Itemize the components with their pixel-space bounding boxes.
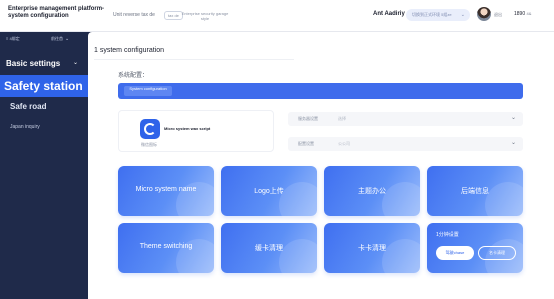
primary-action-button[interactable]: 驾驶chase [436, 246, 474, 260]
app-title: Enterprise management platform-system co… [8, 6, 105, 19]
sidebar-item-safe-road[interactable]: Safe road [10, 102, 46, 111]
config-setting-select[interactable]: 配置设置 公公司 ⌄ [288, 137, 523, 151]
header-nav-description: Enterprise security garage style [181, 11, 229, 21]
sidebar-menu-toggle[interactable]: ≡ 4绑定 [6, 36, 20, 42]
secondary-action-button[interactable]: 名卡清理 [478, 246, 516, 260]
tile-logo-upload[interactable]: Logo上传 [221, 166, 325, 228]
logo-name: Micro system wax script [164, 126, 211, 131]
page-title: 1 system configuration [94, 47, 165, 54]
tile-backend-info[interactable]: 后端信息 [427, 166, 531, 228]
avatar[interactable] [477, 7, 491, 21]
tile-label: Micro system name [135, 186, 197, 193]
sidebar-item-japan-inquiry[interactable]: Japan inquiry [10, 124, 40, 130]
sidebar-item-safety-station[interactable]: Safety station [0, 75, 88, 97]
tile-card-clean[interactable]: 卡卡清理 [324, 223, 428, 285]
phone-suffix: 4& [526, 11, 532, 16]
header-nav-link[interactable]: Unit reverse tax de [113, 12, 155, 18]
tile-label: Logo上传 [254, 188, 284, 195]
tile-label: 卡卡清理 [358, 245, 386, 252]
divider [94, 59, 294, 60]
system-config-label: 系统配置： [118, 73, 149, 79]
sidebar-section-basic-settings[interactable]: Basic settings [6, 59, 60, 68]
main-content: 1 system configuration 系统配置： System conf… [88, 32, 554, 299]
system-config-tab[interactable]: System configuration [124, 86, 172, 96]
select-value: 选择 [338, 116, 346, 121]
user-name[interactable]: Ant Aadiriy [373, 11, 405, 17]
environment-switch-label: 切换到正式环境 5组ze [412, 12, 452, 17]
select-label: 配置设置 [298, 141, 314, 146]
app-logo-icon [140, 119, 160, 139]
chevron-down-icon: ⌄ [73, 60, 79, 66]
tile-cache-clean[interactable]: 缓卡清理 [221, 223, 325, 285]
sidebar-item-label: Safety station [4, 79, 83, 93]
environment-switch-button[interactable]: 切换到正式环境 5组ze ⌄ [406, 9, 470, 21]
sidebar-go-home[interactable]: 前往首 ⌄ [51, 36, 69, 42]
sidebar-go-home-label: 前往首 [51, 36, 63, 41]
chevron-down-icon: ⌄ [510, 115, 516, 121]
chevron-down-icon: ⌄ [65, 36, 70, 42]
tile-label: 缓卡清理 [255, 245, 283, 252]
phone-value: 1890 [514, 11, 526, 17]
sidebar: ≡ 4绑定 前往首 ⌄ Basic settings ⌄ Safety stati… [0, 32, 88, 299]
server-setting-select[interactable]: 服务器设置 选择 ⌄ [288, 112, 523, 126]
logo-caption: 微信图标 [141, 142, 157, 147]
sidebar-top-bar: ≡ 4绑定 前往首 ⌄ [0, 32, 88, 46]
select-value: 公公司 [338, 141, 350, 146]
tile-label: 后端信息 [461, 188, 489, 195]
chevron-down-icon: ⌄ [460, 12, 465, 18]
tile-label: Theme switching [139, 243, 193, 250]
tile-settings-actions: 1分钟设置 驾驶chase 名卡清理 [427, 223, 531, 285]
chevron-down-icon: ⌄ [510, 140, 516, 146]
tile-micro-system-name[interactable]: Micro system name [118, 166, 222, 228]
tile-label: 1分钟设置 [436, 232, 459, 238]
select-label: 服务器设置 [298, 116, 318, 121]
tile-theme-office[interactable]: 主题办公 [324, 166, 428, 228]
tile-label: 主题办公 [358, 188, 386, 195]
phone-number: 1890 4& [514, 11, 531, 17]
tile-theme-switching[interactable]: Theme switching [118, 223, 222, 285]
top-header: Enterprise management platform-system co… [0, 0, 554, 32]
system-config-bar: System configuration [118, 83, 523, 99]
logo-card[interactable]: 微信图标 Micro system wax script [118, 110, 274, 152]
logout-link[interactable]: 退出 [494, 12, 502, 18]
